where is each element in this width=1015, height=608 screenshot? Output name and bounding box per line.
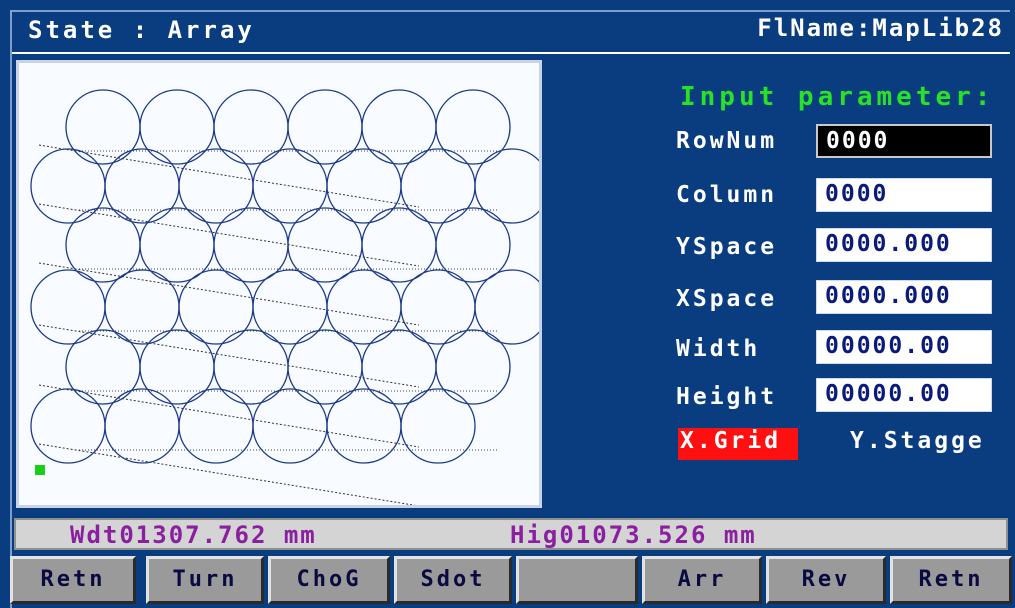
array-circle — [178, 388, 254, 464]
array-circle — [104, 388, 180, 464]
fkey-rev[interactable]: Rev — [766, 556, 886, 604]
width-field[interactable]: 00000.00 — [816, 330, 992, 364]
fkey-sdot[interactable]: Sdot — [394, 556, 512, 604]
title-bar: State : Array FlName:MapLib28 — [12, 12, 1010, 54]
array-circle — [65, 89, 141, 165]
array-preview-canvas[interactable] — [16, 60, 542, 508]
travel-path — [38, 384, 420, 448]
width-label: Width — [676, 336, 761, 362]
travel-path — [38, 144, 420, 208]
fkey-blank[interactable] — [516, 556, 638, 604]
xspace-label: XSpace — [676, 286, 778, 312]
array-circle — [474, 148, 539, 224]
state-label: State : Array — [28, 16, 255, 44]
array-circle — [213, 329, 289, 405]
array-circle — [65, 329, 141, 405]
fkey-retn-left[interactable]: Retn — [10, 556, 136, 604]
array-circle — [104, 148, 180, 224]
input-parameter-title: Input parameter: — [680, 82, 995, 112]
travel-path — [38, 203, 420, 267]
array-circle — [326, 388, 402, 464]
array-circle — [361, 89, 437, 165]
array-circle — [30, 148, 106, 224]
rownum-field[interactable]: 0000 — [816, 124, 992, 158]
array-circle — [287, 89, 363, 165]
column-field[interactable]: 0000 — [816, 178, 992, 212]
array-circle — [435, 89, 511, 165]
fkey-chog[interactable]: ChoG — [268, 556, 390, 604]
array-circle — [474, 269, 539, 345]
function-key-bar: Retn Turn ChoG Sdot Arr Rev Retn — [10, 556, 1015, 608]
array-circle — [326, 148, 402, 224]
yspace-label: YSpace — [676, 234, 778, 260]
array-circle — [252, 148, 328, 224]
x-grid-option[interactable]: X.Grid — [678, 428, 798, 460]
array-circle — [139, 89, 215, 165]
file-name-label: FlName:MapLib28 — [757, 14, 1004, 42]
array-circle — [287, 329, 363, 405]
array-circle — [30, 269, 106, 345]
array-circle — [139, 329, 215, 405]
xspace-field[interactable]: 0000.000 — [816, 280, 992, 314]
array-circle — [178, 148, 254, 224]
y-stagger-option[interactable]: Y.Stagge — [850, 428, 1010, 454]
fkey-turn[interactable]: Turn — [146, 556, 264, 604]
array-circle — [400, 148, 476, 224]
array-preview-svg — [30, 89, 539, 505]
array-circle — [435, 329, 511, 405]
height-label: Height — [676, 384, 778, 410]
array-circle — [400, 388, 476, 464]
array-circle — [252, 388, 328, 464]
input-parameter-panel: Input parameter: RowNum 0000 Column 0000… — [544, 60, 1010, 506]
height-field[interactable]: 00000.00 — [816, 378, 992, 412]
array-circle — [361, 329, 437, 405]
array-circle — [30, 388, 106, 464]
yspace-field[interactable]: 0000.000 — [816, 228, 992, 262]
origin-marker — [35, 465, 45, 475]
width-readout: Wdt01307.762 mm — [70, 521, 317, 549]
travel-path — [38, 324, 420, 388]
fkey-retn-right[interactable]: Retn — [890, 556, 1012, 604]
column-label: Column — [676, 182, 778, 208]
fkey-arr[interactable]: Arr — [642, 556, 762, 604]
rownum-label: RowNum — [676, 128, 778, 154]
travel-path — [38, 443, 416, 505]
status-bar: Wdt01307.762 mm Hig01073.526 mm — [14, 518, 1008, 550]
height-readout: Hig01073.526 mm — [510, 521, 757, 549]
array-circle — [213, 89, 289, 165]
